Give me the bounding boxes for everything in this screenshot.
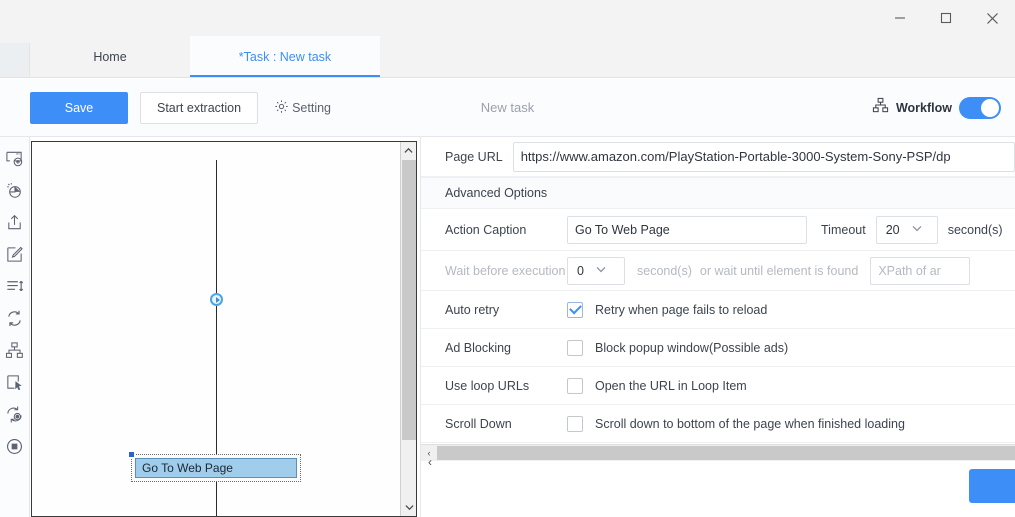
workflow-toggle-group: Workflow xyxy=(872,96,1001,119)
edit-icon[interactable] xyxy=(4,243,26,265)
tab-strip-stub xyxy=(0,43,30,77)
action-sidebar xyxy=(0,137,30,517)
window-controls xyxy=(877,0,1015,36)
setting-label: Setting xyxy=(292,100,331,115)
page-url-label: Page URL xyxy=(445,149,503,164)
ad-blocking-checkbox-group[interactable]: Block popup window(Possible ads) xyxy=(567,339,789,356)
select-element-icon[interactable] xyxy=(4,371,26,393)
scroll-down-icon[interactable] xyxy=(401,499,416,516)
use-loop-urls-label: Use loop URLs xyxy=(445,378,530,393)
end-task-icon[interactable] xyxy=(4,435,26,457)
use-loop-urls-checkbox-label: Open the URL in Loop Item xyxy=(595,378,747,393)
tab-home-label: Home xyxy=(93,49,127,64)
gear-icon xyxy=(274,99,289,117)
setting-button[interactable]: Setting xyxy=(274,92,331,124)
wait-before-execution-label: Wait before execution xyxy=(445,263,566,278)
use-loop-urls-checkbox[interactable] xyxy=(567,377,583,394)
advanced-options-header[interactable]: Advanced Options xyxy=(421,177,1015,209)
selection-handle[interactable] xyxy=(128,451,135,458)
wait-before-execution-value: 0 xyxy=(577,263,584,278)
ad-blocking-row: Ad Blocking Block popup window(Possible … xyxy=(421,329,1015,367)
maximize-icon[interactable] xyxy=(923,0,969,36)
save-button[interactable]: Save xyxy=(30,91,128,124)
ad-blocking-checkbox-label: Block popup window(Possible ads) xyxy=(595,340,789,355)
tab-strip: Home *Task : New task xyxy=(0,36,1015,78)
workflow-label: Workflow xyxy=(895,100,952,115)
timeout-select[interactable]: 20 xyxy=(875,215,938,244)
toolbar: Save Start extraction Setting New task W… xyxy=(0,79,1015,137)
panel-collapse-chevron-icon[interactable]: ‹ xyxy=(424,452,436,472)
title-bar xyxy=(0,0,1015,36)
auto-retry-row: Auto retry Retry when page fails to relo… xyxy=(421,291,1015,329)
action-settings-panel: Page URL https://www.amazon.com/PlayStat… xyxy=(420,137,1015,517)
workflow-canvas[interactable]: Go To Web Page xyxy=(31,141,417,517)
oc-task-editor-window: Home *Task : New task Save Start extract… xyxy=(0,0,1015,517)
wait-before-execution-select[interactable]: 0 xyxy=(567,256,625,285)
page-url-input[interactable]: https://www.amazon.com/PlayStation-Porta… xyxy=(512,141,1015,172)
chevron-down-icon xyxy=(596,265,606,276)
tab-home[interactable]: Home xyxy=(30,36,190,77)
tab-task-new-task[interactable]: *Task : New task xyxy=(190,36,380,77)
scroll-down-row: Scroll Down Scroll down to bottom of the… xyxy=(421,405,1015,443)
workflow-step-go-to-web-page[interactable]: Go To Web Page xyxy=(128,451,301,482)
loop-icon[interactable] xyxy=(4,307,26,329)
ad-blocking-checkbox[interactable] xyxy=(567,339,583,356)
canvas-scroll-thumb[interactable] xyxy=(402,160,416,440)
action-caption-input[interactable]: Go To Web Page xyxy=(567,215,807,244)
timeout-unit-label: second(s) xyxy=(947,222,1003,237)
auto-retry-checkbox[interactable] xyxy=(567,301,583,318)
tab-task-label: *Task : New task xyxy=(238,49,332,64)
close-icon[interactable] xyxy=(969,0,1015,36)
panel-horizontal-scrollbar[interactable]: ‹ xyxy=(421,444,1015,460)
action-caption-label: Action Caption xyxy=(445,222,527,237)
scroll-down-checkbox-group[interactable]: Scroll down to bottom of the page when f… xyxy=(567,415,905,432)
canvas-vertical-scrollbar[interactable] xyxy=(400,142,416,516)
wait-unit-label: second(s) xyxy=(637,263,692,278)
scroll-down-checkbox[interactable] xyxy=(567,415,583,432)
start-node[interactable] xyxy=(210,293,223,306)
conditional-loop-icon[interactable] xyxy=(4,403,26,425)
auto-retry-label: Auto retry xyxy=(445,302,500,317)
timeout-value: 20 xyxy=(885,222,900,237)
enter-text-icon[interactable] xyxy=(4,211,26,233)
ad-blocking-label: Ad Blocking xyxy=(445,340,512,355)
panel-hscroll-thumb[interactable] xyxy=(437,445,1015,460)
panel-confirm-button[interactable] xyxy=(969,469,1015,503)
auto-retry-checkbox-label: Retry when page fails to reload xyxy=(595,302,768,317)
chevron-down-icon xyxy=(912,224,922,235)
use-loop-urls-checkbox-group[interactable]: Open the URL in Loop Item xyxy=(567,377,747,394)
xpath-input[interactable]: XPath of ar xyxy=(870,256,971,285)
page-url-row: Page URL https://www.amazon.com/PlayStat… xyxy=(421,137,1015,177)
scroll-down-label: Scroll Down xyxy=(445,416,512,431)
action-caption-row: Action Caption Go To Web Page Timeout 20… xyxy=(421,209,1015,251)
workflow-toggle[interactable] xyxy=(959,96,1001,119)
start-extraction-button[interactable]: Start extraction xyxy=(140,91,259,124)
minimize-icon[interactable] xyxy=(877,0,923,36)
auto-retry-checkbox-group[interactable]: Retry when page fails to reload xyxy=(567,301,768,318)
wait-until-label: or wait until element is found xyxy=(699,263,859,278)
wait-before-execution-row: Wait before execution 0 second(s) or wai… xyxy=(421,251,1015,291)
click-item-icon[interactable] xyxy=(4,179,26,201)
scroll-up-icon[interactable] xyxy=(401,142,416,159)
workflow-step-label: Go To Web Page xyxy=(135,458,297,478)
workflow-toggle-knob xyxy=(981,98,999,117)
timeout-label: Timeout xyxy=(821,222,866,237)
workflow-tree-icon[interactable] xyxy=(4,339,26,361)
scroll-down-checkbox-label: Scroll down to bottom of the page when f… xyxy=(595,416,905,431)
panel-footer xyxy=(421,460,1015,517)
use-loop-urls-row: Use loop URLs Open the URL in Loop Item xyxy=(421,367,1015,405)
extract-data-icon[interactable] xyxy=(4,275,26,297)
open-webpage-icon[interactable] xyxy=(4,147,26,169)
workflow-tree-icon xyxy=(872,97,889,119)
workflow-canvas-surface[interactable]: Go To Web Page xyxy=(32,142,401,516)
